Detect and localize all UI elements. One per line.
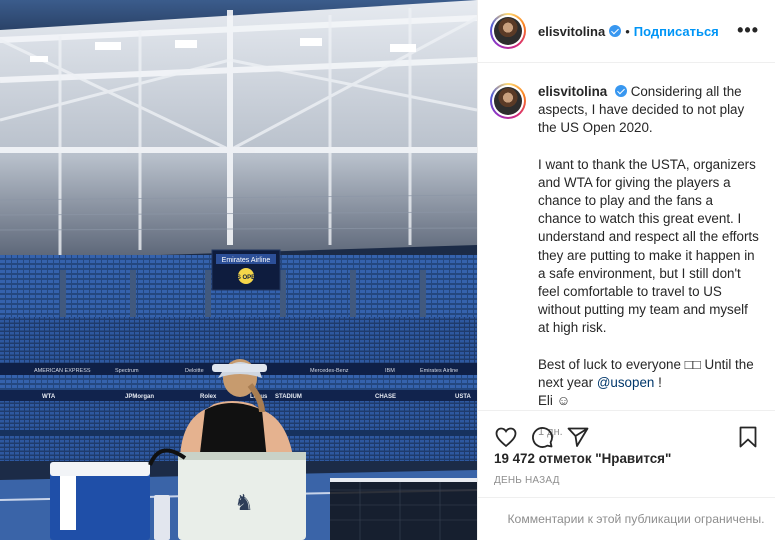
banner-lower-3: Rolex [200, 394, 217, 400]
banner-4: Mercedes-Benz [310, 368, 349, 374]
comment-icon[interactable] [528, 423, 556, 451]
follow-button[interactable]: Подписаться [634, 24, 719, 39]
caption-avatar[interactable] [490, 83, 526, 119]
caption-paragraph-3-end: ! [654, 374, 662, 390]
banner-3: Deloitte [185, 368, 204, 374]
post-date[interactable]: ДЕНЬ НАЗАД [494, 475, 560, 486]
banner-5: IBM [385, 368, 395, 374]
banner-lower-2: JPMorgan [125, 394, 154, 400]
verified-icon [614, 85, 627, 97]
bookmark-icon[interactable] [734, 423, 762, 451]
banner-lower-7: USTA [455, 394, 472, 400]
banner-lower-5: STADIUM [275, 394, 302, 400]
caption: elisvitolina Considering all the aspects… [538, 83, 759, 438]
caption-paragraph-2: I want to thank the USTA, organizers and… [538, 156, 759, 336]
caption-signoff: Eli ☺ [538, 393, 571, 409]
post-header: elisvitolina • Подписаться ••• [478, 0, 775, 63]
banner-lower-1: WTA [42, 394, 56, 400]
banner-1: AMERICAN EXPRESS [34, 368, 91, 374]
mention-link[interactable]: @usopen [597, 375, 655, 390]
more-options-icon[interactable]: ••• [737, 20, 759, 41]
header-username[interactable]: elisvitolina [538, 24, 605, 39]
share-icon[interactable] [564, 423, 592, 451]
caption-username[interactable]: elisvitolina [538, 84, 607, 99]
caption-area: elisvitolina Considering all the aspects… [478, 63, 775, 438]
avatar[interactable] [490, 13, 526, 49]
comments-disabled-notice: Комментарии к этой публикации ограничены… [478, 497, 775, 540]
scoreboard-sponsor: Emirates Airline [222, 257, 271, 264]
stadium-image: Emirates Airline US OPEN AMERICAN EXPRES… [0, 0, 477, 540]
action-bar [478, 410, 775, 452]
banner-2: Spectrum [115, 368, 139, 374]
post-side-panel: elisvitolina • Подписаться ••• elisvitol… [477, 0, 775, 540]
likes-count[interactable]: 19 472 отметок "Нравится" [494, 451, 671, 466]
banner-lower-6: CHASE [375, 394, 396, 400]
svg-text:♞: ♞ [234, 490, 254, 515]
scoreboard-logo: US OPEN [232, 275, 259, 281]
separator-dot: • [625, 23, 630, 39]
heart-icon[interactable] [492, 423, 520, 451]
post-photo[interactable]: Emirates Airline US OPEN AMERICAN EXPRES… [0, 0, 477, 540]
banner-6: Emirates Airline [420, 368, 458, 374]
verified-icon [609, 25, 622, 37]
